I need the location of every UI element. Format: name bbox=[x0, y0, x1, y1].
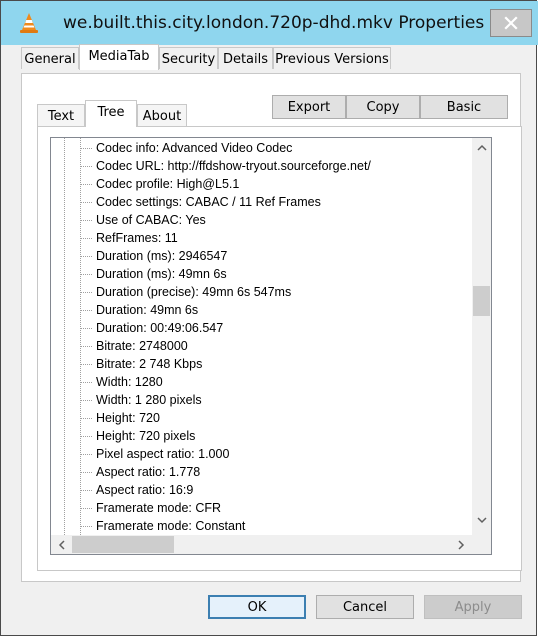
window-title: we.built.this.city.london.720p-dhd.mkv P… bbox=[63, 13, 485, 33]
chevron-down-icon bbox=[476, 516, 487, 523]
tab-previous-versions[interactable]: Previous Versions bbox=[273, 47, 391, 69]
tree-node[interactable]: Bitrate: 2748000 bbox=[96, 337, 371, 355]
cancel-button[interactable]: Cancel bbox=[316, 595, 414, 619]
inner-tab-about[interactable]: About bbox=[137, 104, 187, 126]
tab-label: Previous Versions bbox=[275, 52, 389, 67]
vlc-cone-icon bbox=[20, 13, 38, 33]
tree-node[interactable]: Height: 720 bbox=[96, 409, 371, 427]
export-button[interactable]: Export bbox=[272, 95, 346, 119]
horizontal-scroll-thumb[interactable] bbox=[72, 536, 174, 553]
tree-node[interactable]: Duration: 00:49:06.547 bbox=[96, 319, 371, 337]
tree-node[interactable]: Aspect ratio: 1.778 bbox=[96, 463, 371, 481]
close-button[interactable] bbox=[490, 9, 532, 37]
tab-general[interactable]: General bbox=[21, 47, 79, 69]
inner-tab-tree[interactable]: Tree bbox=[85, 100, 137, 127]
tab-label: General bbox=[24, 52, 76, 67]
tree-node[interactable]: RefFrames: 11 bbox=[96, 229, 371, 247]
tree-node[interactable]: Width: 1 280 pixels bbox=[96, 391, 371, 409]
tab-label: Details bbox=[222, 52, 269, 67]
inner-tab-label: Text bbox=[47, 109, 75, 124]
apply-button[interactable]: Apply bbox=[424, 595, 522, 619]
tree-node[interactable]: Framerate mode: CFR bbox=[96, 499, 371, 517]
tree-node[interactable]: Duration (precise): 49mn 6s 547ms bbox=[96, 283, 371, 301]
scroll-up-arrow[interactable] bbox=[473, 139, 490, 156]
scroll-left-arrow[interactable] bbox=[53, 536, 70, 553]
scroll-down-arrow[interactable] bbox=[473, 511, 490, 528]
properties-window: we.built.this.city.london.720p-dhd.mkv P… bbox=[0, 0, 538, 636]
chevron-up-icon bbox=[476, 144, 487, 151]
dialog-client: General MediaTab Security Details Previo… bbox=[9, 44, 530, 629]
basic-button[interactable]: Basic bbox=[420, 95, 508, 119]
inner-tab-label: Tree bbox=[97, 105, 125, 120]
copy-button[interactable]: Copy bbox=[346, 95, 420, 119]
tree-view[interactable]: Codec info: Advanced Video Codec Codec UR… bbox=[50, 137, 492, 555]
tree-node[interactable]: Codec profile: High@L5.1 bbox=[96, 175, 371, 193]
chevron-left-icon bbox=[58, 539, 65, 550]
tree-node[interactable]: Bitrate: 2 748 Kbps bbox=[96, 355, 371, 373]
horizontal-scrollbar[interactable] bbox=[51, 535, 473, 554]
tree-rows: Codec info: Advanced Video Codec Codec UR… bbox=[96, 139, 371, 535]
tree-node[interactable]: Width: 1280 bbox=[96, 373, 371, 391]
tree-node[interactable]: Codec info: Advanced Video Codec bbox=[96, 139, 371, 157]
tab-mediatab[interactable]: MediaTab bbox=[79, 44, 159, 70]
tree-node[interactable]: Duration (ms): 2946547 bbox=[96, 247, 371, 265]
tree-node[interactable]: Duration: 49mn 6s bbox=[96, 301, 371, 319]
tab-details[interactable]: Details bbox=[218, 47, 273, 69]
close-icon bbox=[504, 16, 518, 30]
inner-tab-label: About bbox=[142, 109, 182, 124]
tree-node[interactable]: Codec URL: http://ffdshow-tryout.sourcef… bbox=[96, 157, 371, 175]
vertical-scrollbar[interactable] bbox=[472, 138, 491, 536]
scroll-right-arrow[interactable] bbox=[452, 536, 469, 553]
tab-security[interactable]: Security bbox=[159, 47, 218, 69]
chevron-right-icon bbox=[457, 539, 464, 550]
tree-node[interactable]: Aspect ratio: 16:9 bbox=[96, 481, 371, 499]
tree-node[interactable]: Pixel aspect ratio: 1.000 bbox=[96, 445, 371, 463]
tree-node[interactable]: Use of CABAC: Yes bbox=[96, 211, 371, 229]
inner-tab-text[interactable]: Text bbox=[37, 104, 85, 126]
tree-node[interactable]: Framerate mode: Constant bbox=[96, 517, 371, 535]
tree-node[interactable]: Codec settings: CABAC / 11 Ref Frames bbox=[96, 193, 371, 211]
title-bar[interactable]: we.built.this.city.london.720p-dhd.mkv P… bbox=[1, 1, 538, 45]
scrollbar-corner bbox=[472, 535, 491, 554]
ok-button[interactable]: OK bbox=[208, 595, 306, 619]
tab-label: MediaTab bbox=[88, 49, 150, 64]
vertical-scroll-thumb[interactable] bbox=[473, 286, 490, 316]
tree-node[interactable]: Duration (ms): 49mn 6s bbox=[96, 265, 371, 283]
tree-node[interactable]: Height: 720 pixels bbox=[96, 427, 371, 445]
tab-label: Security bbox=[161, 52, 216, 67]
